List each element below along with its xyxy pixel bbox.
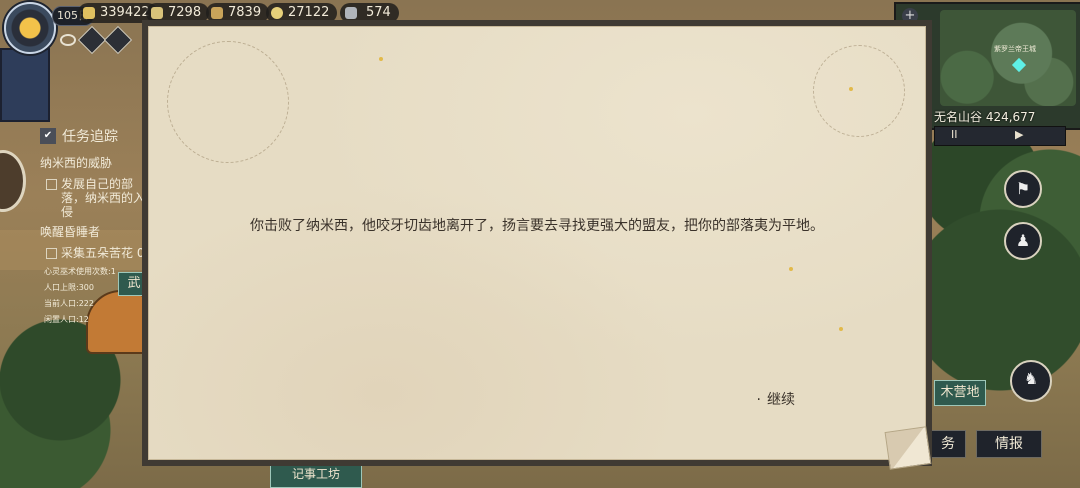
resource-value: 574 — [366, 5, 391, 20]
totem-button[interactable]: ♟ — [1004, 222, 1042, 260]
continue-button[interactable]: 继续 — [757, 389, 795, 409]
play-icon[interactable]: ▶ — [1015, 128, 1023, 141]
quest-objective: 发展自己的部落，纳米西的入侵 — [46, 177, 152, 219]
sun-ornament-icon — [813, 45, 905, 137]
quest-objective-text: 发展自己的部落，纳米西的入侵 — [61, 177, 146, 219]
quest-tracker-title: 任务追踪 — [62, 129, 118, 145]
diamond-slot-icon[interactable] — [103, 25, 133, 55]
ornament-swirl-icon — [167, 41, 289, 163]
quest-tracker-header[interactable]: ✔ 任务追踪 — [40, 126, 152, 146]
parchment-panel: 你击败了纳米西，他咬牙切齿地离开了，扬言要去寻找更强大的盟友，把你的部落夷为平地… — [148, 26, 932, 470]
horse-button[interactable]: ♞ — [1010, 360, 1052, 402]
stat-line: 当前人口:222 — [44, 299, 94, 308]
collapse-chevron-icon[interactable]: ✔ — [40, 128, 56, 144]
quest-title[interactable]: 纳米西的威胁 — [40, 154, 152, 171]
wheat-icon — [151, 7, 163, 19]
task-button[interactable]: 务 — [930, 430, 966, 458]
view-toggles — [60, 25, 133, 55]
pause-icon[interactable]: II — [951, 128, 958, 141]
intel-button[interactable]: 情报 — [976, 430, 1042, 458]
stat-line: 人口上限:300 — [44, 283, 94, 292]
page-curl — [884, 426, 932, 470]
resource-value: 27122 — [288, 5, 330, 20]
map-building-tag[interactable]: 木营地 — [934, 380, 986, 406]
gold-dust — [839, 327, 843, 331]
gold-dust — [789, 267, 793, 271]
day-cycle-sun-icon[interactable] — [4, 2, 56, 54]
quest-tracker: ✔ 任务追踪 纳米西的威胁 发展自己的部落，纳米西的入侵 唤醒昏睡者 采集五朵苦… — [40, 126, 152, 260]
wood-icon — [211, 7, 223, 19]
eye-icon[interactable] — [60, 34, 76, 46]
resource-value: 339422 — [100, 5, 150, 20]
gold-dust — [849, 87, 853, 91]
quest-title[interactable]: 唤醒昏睡者 — [40, 223, 152, 240]
banner-button[interactable]: ⚑ — [1004, 170, 1042, 208]
stat-line: 心灵巫术使用次数:1 — [44, 267, 116, 276]
minimap-city-label: 紫罗兰帝王城 — [994, 45, 1036, 53]
event-dialog: 你击败了纳米西，他咬牙切齿地离开了，扬言要去寻找更强大的盟友，把你的部落夷为平地… — [142, 20, 932, 470]
checkbox-icon — [46, 248, 57, 259]
time-controls: II ▶ — [934, 126, 1066, 146]
stat-line: 闲置人口:12 — [44, 315, 89, 324]
checkbox-icon — [46, 179, 57, 190]
coin-icon — [83, 7, 95, 19]
dialog-message: 你击败了纳米西，他咬牙切齿地离开了，扬言要去寻找更强大的盟友，把你的部落夷为平地… — [250, 218, 824, 234]
quest-objective: 采集五朵苦花 0/ — [46, 246, 152, 260]
tribe-stats: 心灵巫术使用次数:1 人口上限:300 当前人口:222 闲置人口:12 — [44, 264, 116, 328]
resource-value: 7839 — [228, 5, 262, 20]
minimap-terrain[interactable] — [940, 10, 1076, 106]
grain-icon — [271, 7, 283, 19]
gold-dust — [379, 57, 383, 61]
diamond-slot-icon[interactable] — [77, 25, 107, 55]
location-coordinates: 无名山谷 424,677 — [934, 110, 1036, 124]
caravan-wagon — [0, 48, 50, 122]
resource-value: 7298 — [168, 5, 202, 20]
ore-icon — [345, 7, 357, 19]
quest-objective-text: 采集五朵苦花 0/ — [61, 246, 149, 260]
